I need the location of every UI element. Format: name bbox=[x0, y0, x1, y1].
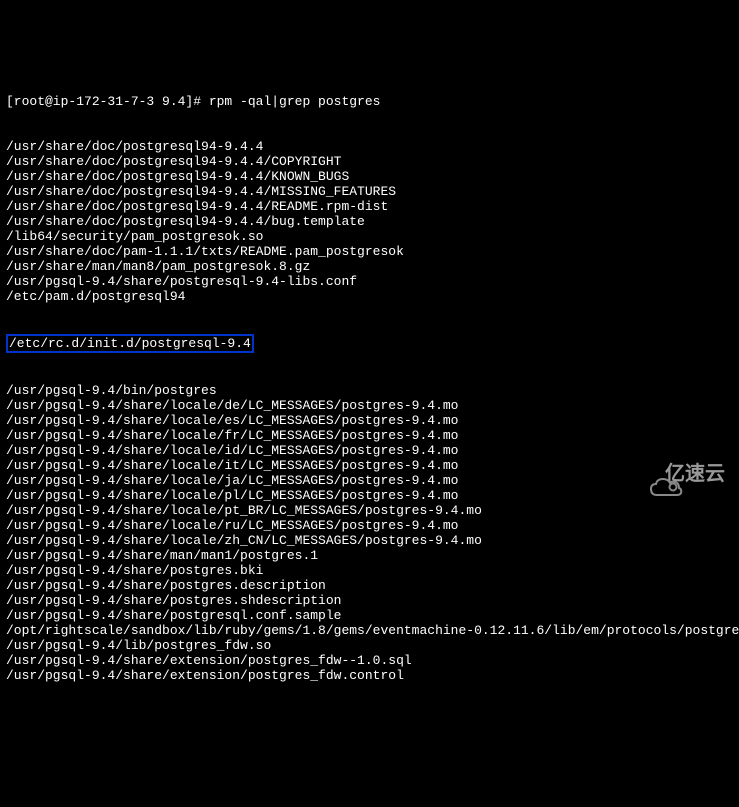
shell-prompt-line: [root@ip-172-31-7-3 9.4]# rpm -qal|grep … bbox=[6, 94, 733, 109]
output-line: /usr/pgsql-9.4/share/postgresql-9.4-libs… bbox=[6, 274, 733, 289]
terminal-output[interactable]: [root@ip-172-31-7-3 9.4]# rpm -qal|grep … bbox=[0, 60, 739, 702]
output-line: /etc/pam.d/postgresql94 bbox=[6, 289, 733, 304]
output-lines-before: /usr/share/doc/postgresql94-9.4.4/usr/sh… bbox=[6, 139, 733, 304]
output-line: /usr/pgsql-9.4/share/postgres.shdescript… bbox=[6, 593, 733, 608]
output-line: /usr/pgsql-9.4/share/locale/it/LC_MESSAG… bbox=[6, 458, 733, 473]
output-line: /usr/pgsql-9.4/share/locale/ja/LC_MESSAG… bbox=[6, 473, 733, 488]
output-line: /usr/pgsql-9.4/share/locale/zh_CN/LC_MES… bbox=[6, 533, 733, 548]
output-line: /usr/pgsql-9.4/share/postgres.descriptio… bbox=[6, 578, 733, 593]
highlight-box: /etc/rc.d/init.d/postgresql-9.4 bbox=[6, 334, 254, 353]
output-line: /usr/pgsql-9.4/share/locale/pl/LC_MESSAG… bbox=[6, 488, 733, 503]
output-line: /usr/pgsql-9.4/bin/postgres bbox=[6, 383, 733, 398]
output-line: /usr/share/doc/postgresql94-9.4.4 bbox=[6, 139, 733, 154]
output-line: /usr/share/doc/postgresql94-9.4.4/KNOWN_… bbox=[6, 169, 733, 184]
output-line: /usr/share/man/man8/pam_postgresok.8.gz bbox=[6, 259, 733, 274]
output-line: /usr/pgsql-9.4/share/extension/postgres_… bbox=[6, 668, 733, 683]
watermark-logo: 亿速云 bbox=[627, 462, 725, 486]
output-line: /usr/pgsql-9.4/share/locale/id/LC_MESSAG… bbox=[6, 443, 733, 458]
output-line: /lib64/security/pam_postgresok.so bbox=[6, 229, 733, 244]
output-line: /usr/pgsql-9.4/share/locale/ru/LC_MESSAG… bbox=[6, 518, 733, 533]
output-line: /usr/pgsql-9.4/share/locale/fr/LC_MESSAG… bbox=[6, 428, 733, 443]
output-line: /usr/pgsql-9.4/share/locale/es/LC_MESSAG… bbox=[6, 413, 733, 428]
output-line: /usr/pgsql-9.4/share/man/man1/postgres.1 bbox=[6, 548, 733, 563]
output-line: /opt/rightscale/sandbox/lib/ruby/gems/1.… bbox=[6, 623, 733, 638]
output-line: /usr/share/doc/postgresql94-9.4.4/COPYRI… bbox=[6, 154, 733, 169]
output-line: /usr/share/doc/postgresql94-9.4.4/MISSIN… bbox=[6, 184, 733, 199]
output-lines-after: /usr/pgsql-9.4/bin/postgres/usr/pgsql-9.… bbox=[6, 383, 733, 683]
output-line: /usr/pgsql-9.4/share/locale/pt_BR/LC_MES… bbox=[6, 503, 733, 518]
output-line: /usr/share/doc/pam-1.1.1/txts/README.pam… bbox=[6, 244, 733, 259]
output-line: /usr/pgsql-9.4/share/locale/de/LC_MESSAG… bbox=[6, 398, 733, 413]
output-line: /usr/pgsql-9.4/share/extension/postgres_… bbox=[6, 653, 733, 668]
output-line: /usr/share/doc/postgresql94-9.4.4/bug.te… bbox=[6, 214, 733, 229]
output-line: /usr/pgsql-9.4/share/postgres.bki bbox=[6, 563, 733, 578]
output-line: /usr/share/doc/postgresql94-9.4.4/README… bbox=[6, 199, 733, 214]
cloud-icon bbox=[627, 462, 661, 486]
highlighted-init-script-line: /etc/rc.d/init.d/postgresql-9.4 bbox=[6, 334, 733, 353]
output-line: /usr/pgsql-9.4/share/postgresql.conf.sam… bbox=[6, 608, 733, 623]
output-line: /usr/pgsql-9.4/lib/postgres_fdw.so bbox=[6, 638, 733, 653]
